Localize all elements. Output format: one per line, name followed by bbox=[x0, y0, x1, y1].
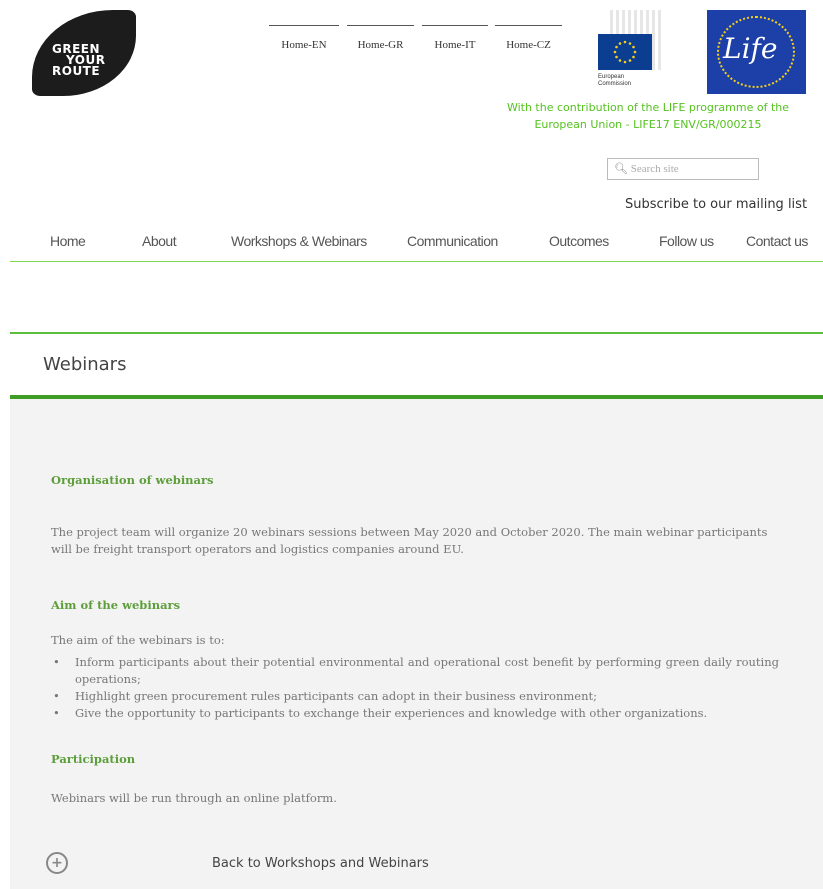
lang-link-it[interactable]: Home-IT bbox=[422, 25, 488, 55]
nav-item-contact-us[interactable]: Contact us bbox=[746, 233, 808, 249]
nav-item-communication[interactable]: Communication bbox=[407, 233, 498, 249]
life-programme-logo: Life bbox=[707, 10, 806, 94]
contribution-note: With the contribution of the LIFE progra… bbox=[506, 101, 790, 131]
section-heading-aim: Aim of the webinars bbox=[51, 598, 181, 612]
ec-label: European Commission bbox=[598, 74, 631, 88]
lang-link-gr[interactable]: Home-GR bbox=[347, 25, 414, 55]
back-to-workshops-link[interactable]: Back to Workshops and Webinars bbox=[212, 856, 429, 871]
eu-flag-icon bbox=[598, 34, 652, 70]
ec-label-line-1: European bbox=[598, 74, 625, 80]
subscribe-mailing-list-link[interactable]: Subscribe to our mailing list bbox=[625, 197, 807, 212]
nav-item-outcomes[interactable]: Outcomes bbox=[549, 233, 609, 249]
lang-link-en[interactable]: Home-EN bbox=[269, 25, 339, 55]
green-your-route-logo[interactable]: GREEN YOUR ROUTE bbox=[32, 10, 136, 96]
list-item: Highlight green procurement rules partic… bbox=[51, 688, 779, 705]
list-item: Give the opportunity to participants to … bbox=[51, 705, 779, 722]
section-intro-aim: The aim of the webinars is to: bbox=[51, 633, 225, 647]
search-placeholder: Search site bbox=[630, 163, 679, 175]
title-band-top-line bbox=[10, 332, 823, 334]
section-text-participation: Webinars will be run through an online p… bbox=[51, 791, 337, 805]
section-heading-organisation: Organisation of webinars bbox=[51, 473, 214, 487]
nav-item-home[interactable]: Home bbox=[50, 233, 86, 249]
page-title: Webinars bbox=[43, 354, 127, 375]
plus-circle-icon[interactable]: + bbox=[46, 852, 68, 874]
search-icon: 🔍︎ bbox=[614, 163, 628, 175]
lang-link-cz[interactable]: Home-CZ bbox=[495, 25, 562, 55]
section-text-organisation: The project team will organize 20 webina… bbox=[51, 525, 768, 556]
european-commission-logo: European Commission bbox=[580, 10, 662, 94]
nav-item-about[interactable]: About bbox=[142, 233, 177, 249]
logo-text-line-3: ROUTE bbox=[52, 64, 101, 78]
list-item: Inform participants about their potentia… bbox=[51, 654, 779, 688]
life-word: Life bbox=[723, 32, 778, 65]
nav-item-follow-us[interactable]: Follow us bbox=[659, 233, 714, 249]
logo-text: GREEN YOUR ROUTE bbox=[52, 43, 105, 78]
nav-divider bbox=[10, 261, 823, 262]
ec-label-line-2: Commission bbox=[598, 81, 632, 87]
aim-list: Inform participants about their potentia… bbox=[51, 654, 779, 722]
section-heading-participation: Participation bbox=[51, 752, 136, 766]
nav-item-workshops-webinars[interactable]: Workshops & Webinars bbox=[231, 233, 367, 249]
search-input[interactable]: 🔍︎ Search site bbox=[607, 158, 759, 180]
